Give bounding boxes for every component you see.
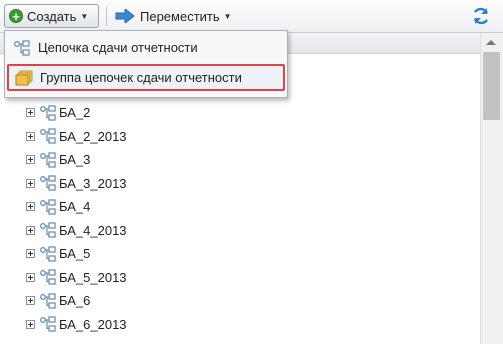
tree-node-label: БА_4 <box>59 199 91 214</box>
tree-node[interactable]: БА_2 <box>26 103 90 123</box>
menu-item-label: Группа цепочек сдачи отчетности <box>40 70 242 85</box>
chain-icon <box>40 316 56 332</box>
chain-icon <box>40 245 56 262</box>
tree-node-label: БА_5_2013 <box>59 269 127 285</box>
expand-plus-icon[interactable] <box>26 178 35 188</box>
plus-circle-icon: + <box>9 9 23 23</box>
expand-plus-icon[interactable] <box>26 108 35 117</box>
expand-plus-icon[interactable] <box>26 296 35 305</box>
expand-plus-icon[interactable] <box>26 272 35 282</box>
tree-node[interactable]: БА_6 <box>26 291 90 311</box>
chain-icon <box>40 128 56 144</box>
refresh-icon[interactable] <box>472 7 490 25</box>
tree-node[interactable]: БА_6_2013 <box>26 314 127 334</box>
chevron-down-icon: ▼ <box>80 11 89 21</box>
move-button[interactable]: Переместить ▼ <box>113 4 243 28</box>
tree-node[interactable]: БА_2_2013 <box>26 126 127 146</box>
tree-node[interactable]: БА_3 <box>26 150 90 170</box>
expand-plus-icon[interactable] <box>26 202 35 211</box>
tree-node-label: БА_3 <box>59 152 91 167</box>
move-button-label: Переместить <box>140 8 220 24</box>
expand-plus-icon[interactable] <box>26 225 35 235</box>
tree-node[interactable]: БА_4 <box>26 197 90 217</box>
chain-icon <box>40 269 56 285</box>
tree-node[interactable]: БА_5 <box>26 244 90 264</box>
expand-plus-icon[interactable] <box>26 249 35 258</box>
tree-node-label: БА_5 <box>59 246 91 261</box>
folder-group-icon <box>15 70 33 85</box>
tree-node-label: БА_6_2013 <box>59 316 127 332</box>
tree-node-label: БА_4_2013 <box>59 222 127 238</box>
chevron-down-icon: ▼ <box>223 11 232 21</box>
menu-item-reporting-chain-group[interactable]: Группа цепочек сдачи отчетности <box>7 64 285 91</box>
chain-icon <box>40 104 56 121</box>
menu-item-label: Цепочка сдачи отчетности <box>38 40 198 55</box>
create-button-label: Создать <box>27 8 77 24</box>
tree-node-label: БА_2 <box>59 105 91 120</box>
expand-plus-icon[interactable] <box>26 131 35 141</box>
tree-node-label: БА_3_2013 <box>59 175 127 191</box>
expand-plus-icon[interactable] <box>26 155 35 164</box>
move-arrow-icon <box>115 9 135 23</box>
tree-node-label: БА_6 <box>59 293 91 308</box>
menu-item-reporting-chain[interactable]: Цепочка сдачи отчетности <box>7 34 285 61</box>
tree-node-label: БА_2_2013 <box>59 128 127 144</box>
tree-node[interactable]: БА_4_2013 <box>26 220 127 240</box>
expand-plus-icon[interactable] <box>26 319 35 329</box>
chain-icon <box>40 151 56 168</box>
scrollbar-thumb[interactable] <box>483 52 500 120</box>
chain-icon <box>40 222 56 238</box>
create-button[interactable]: + Создать ▼ <box>4 4 99 28</box>
create-dropdown-menu: Цепочка сдачи отчетности Группа цепочек … <box>4 30 288 98</box>
chain-icon <box>14 39 30 56</box>
tree-node[interactable]: БА_3_2013 <box>26 173 127 193</box>
toolbar: + Создать ▼ Переместить ▼ <box>0 0 503 33</box>
chain-icon <box>40 292 56 309</box>
tree-node[interactable]: БА_5_2013 <box>26 267 127 287</box>
chain-icon <box>40 175 56 191</box>
scroll-up-arrow-icon[interactable] <box>486 40 496 45</box>
toolbar-separator <box>106 7 107 26</box>
chain-icon <box>40 198 56 215</box>
